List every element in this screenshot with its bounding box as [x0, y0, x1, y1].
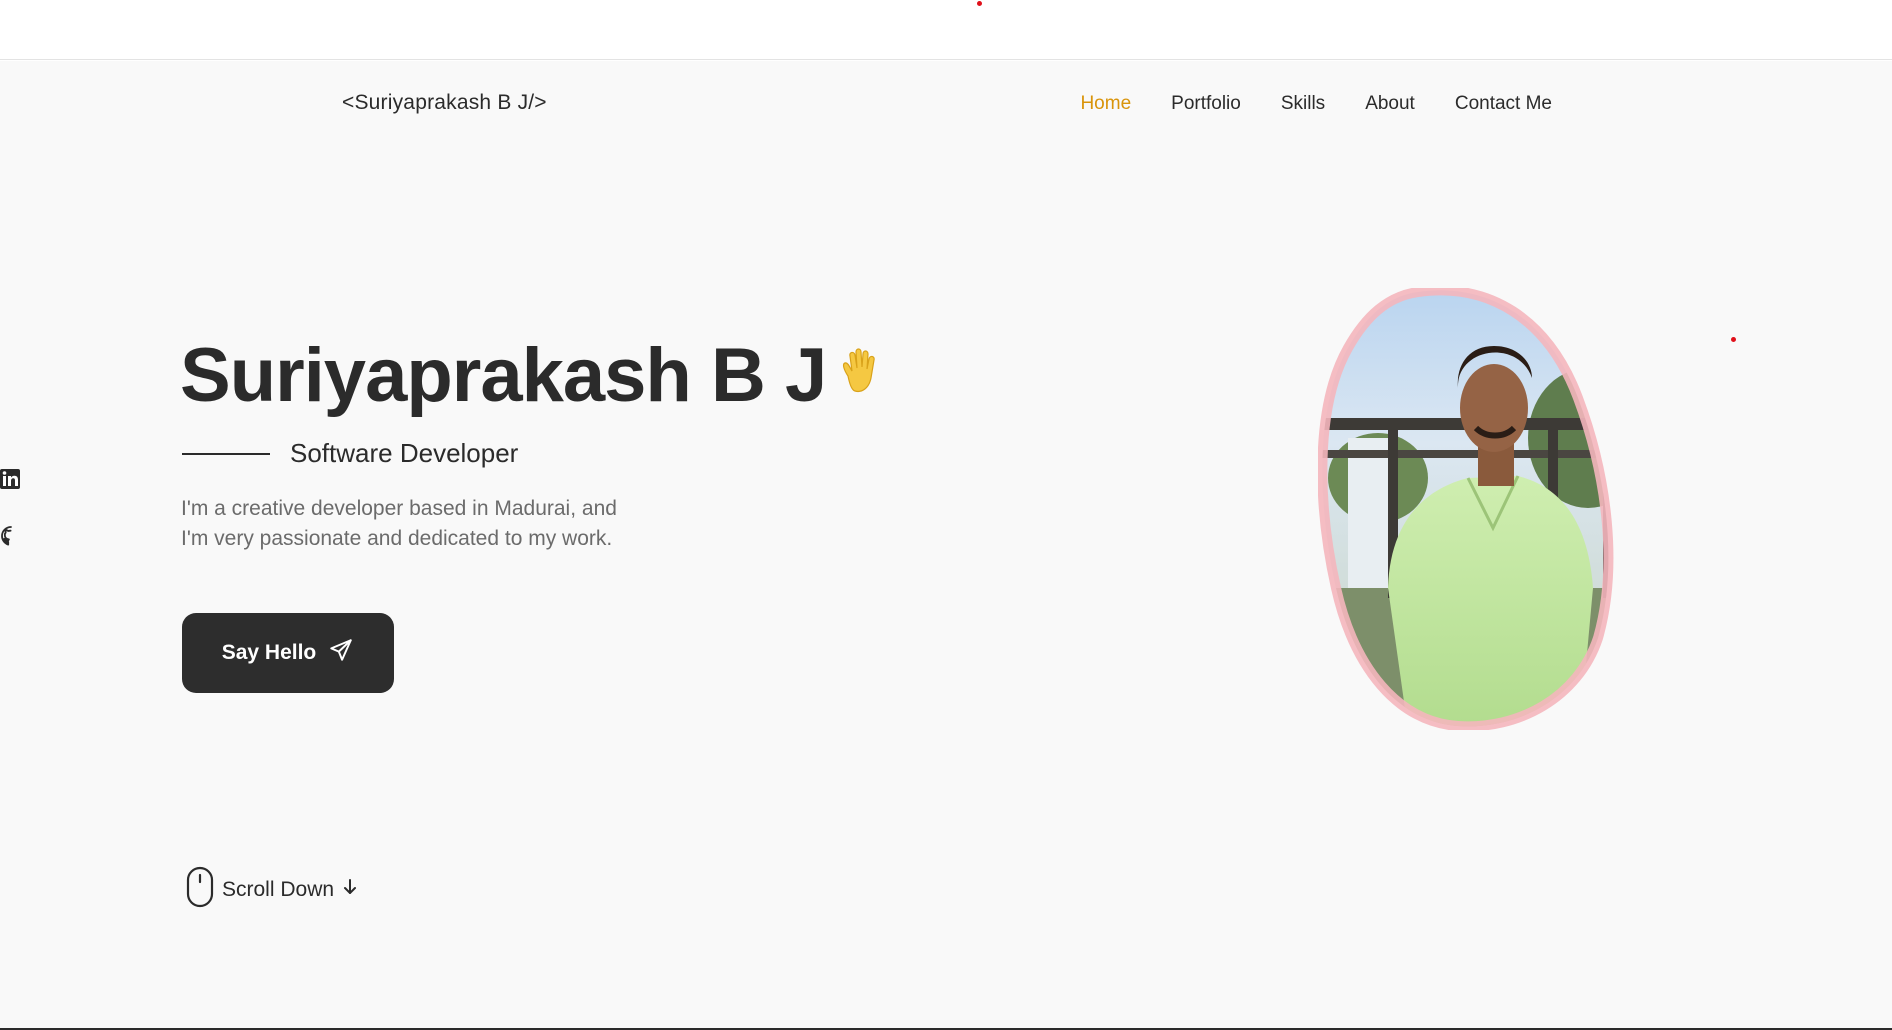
github-icon[interactable] — [0, 525, 22, 547]
red-dot-marker — [977, 1, 982, 6]
say-hello-button[interactable]: Say Hello — [182, 613, 394, 693]
profile-photo — [1317, 285, 1638, 732]
main-nav: Home Portfolio Skills About Contact Me — [1080, 93, 1552, 115]
site-logo[interactable]: <Suriyaprakash B J/> — [342, 91, 547, 115]
subtitle-row: Software Developer — [182, 438, 518, 469]
waving-hand-icon — [838, 346, 884, 405]
description-line-2: I'm very passionate and dedicated to my … — [181, 527, 613, 550]
arrow-down-icon — [342, 878, 358, 902]
scroll-down-link[interactable]: Scroll Down — [186, 866, 358, 914]
hero-name: Suriyaprakash B J — [180, 333, 827, 418]
description-line-1: I'm a creative developer based in Madura… — [181, 497, 617, 520]
nav-contact[interactable]: Contact Me — [1455, 93, 1552, 115]
say-hello-label: Say Hello — [221, 641, 317, 664]
red-dot-marker — [1731, 337, 1736, 342]
hero-description: I'm a creative developer based in Madura… — [181, 494, 701, 554]
nav-home[interactable]: Home — [1080, 93, 1131, 115]
nav-about[interactable]: About — [1365, 93, 1415, 115]
hero-subtitle: Software Developer — [290, 438, 519, 468]
scroll-down-label: Scroll Down — [222, 878, 335, 901]
hero-title: Suriyaprakash B J — [180, 332, 884, 419]
nav-portfolio[interactable]: Portfolio — [1171, 93, 1241, 115]
top-bar — [0, 0, 1892, 60]
nav-skills[interactable]: Skills — [1281, 93, 1325, 115]
send-icon — [328, 637, 354, 669]
linkedin-icon[interactable] — [0, 468, 22, 490]
subtitle-divider — [182, 452, 270, 455]
mouse-icon — [186, 866, 214, 914]
